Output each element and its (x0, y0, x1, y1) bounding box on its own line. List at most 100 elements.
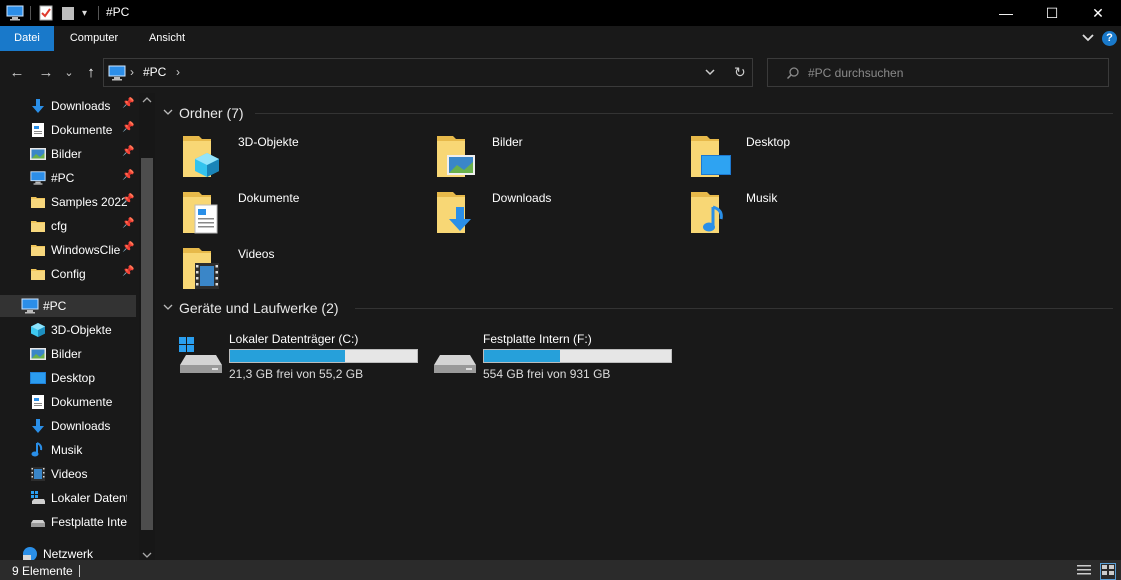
scroll-down-icon[interactable] (142, 548, 152, 560)
folder-tile-desktop[interactable]: Desktop (689, 133, 929, 183)
customize-quick-access-icon[interactable]: ▾ (82, 4, 87, 22)
sidebar-item-videos[interactable]: Videos (0, 463, 138, 485)
sidebar-item-label: Netzwerk (43, 547, 94, 560)
refresh-button[interactable]: ↻ (734, 64, 746, 81)
desktop-icon (30, 370, 46, 386)
sidebar-item-downloads[interactable]: Downloads 📌 (0, 95, 138, 117)
folder-icon (30, 194, 46, 210)
folder-tile-bilder[interactable]: Bilder (435, 133, 675, 183)
sidebar-item-musik[interactable]: Musik (0, 439, 138, 461)
sidebar-item-festplatte-intern[interactable]: Festplatte Intern (0, 511, 138, 533)
drive-tile-c[interactable]: Lokaler Datenträger (C:) 21,3 GB frei vo… (178, 331, 428, 381)
group-title: Geräte und Laufwerke (2) (179, 300, 339, 316)
drive-usage-fill (484, 350, 560, 362)
breadcrumb-pc[interactable]: #PC (143, 65, 166, 79)
tab-datei[interactable]: Datei (0, 26, 54, 51)
minimize-button[interactable]: — (983, 0, 1029, 26)
pin-icon[interactable]: 📌 (122, 170, 134, 181)
pictures-folder-icon (437, 136, 475, 177)
pin-icon[interactable]: 📌 (122, 98, 134, 109)
sidebar-item-cfg[interactable]: cfg 📌 (0, 215, 138, 237)
sidebar-item-pc[interactable]: #PC (0, 295, 136, 317)
group-header-drives[interactable]: Geräte und Laufwerke (2) (163, 298, 339, 318)
separator (30, 6, 31, 20)
address-bar[interactable]: › #PC › ↻ (103, 58, 753, 87)
properties-icon[interactable] (38, 4, 54, 22)
pin-icon[interactable]: 📌 (122, 218, 134, 229)
sidebar-item-dokumente-pc[interactable]: Dokumente (0, 391, 138, 413)
sidebar-item-label: Festplatte Intern (51, 515, 127, 529)
documents-icon (30, 122, 46, 138)
search-box[interactable]: #PC durchsuchen (767, 58, 1109, 87)
help-icon[interactable]: ? (1102, 31, 1117, 46)
sidebar-item-dokumente[interactable]: Dokumente 📌 (0, 119, 138, 141)
sidebar-item-label: WindowsClie (51, 243, 121, 257)
forward-button[interactable]: → (37, 62, 55, 82)
folder-label: Bilder (492, 135, 523, 149)
expand-ribbon-icon[interactable] (1081, 31, 1095, 48)
tab-computer[interactable]: Computer (56, 26, 132, 51)
folder-tile-downloads[interactable]: Downloads (435, 189, 675, 239)
recent-locations-button[interactable]: ⌄ (62, 62, 76, 82)
details-view-icon[interactable] (1077, 564, 1091, 579)
sidebar-item-desktop[interactable]: Desktop (0, 367, 138, 389)
drive-usage-bar (483, 349, 672, 363)
sidebar-item-samples-2022[interactable]: Samples 2022 📌 (0, 191, 138, 213)
folder-icon (30, 266, 46, 282)
pin-icon[interactable]: 📌 (122, 242, 134, 253)
downloads-folder-icon (437, 192, 471, 233)
up-button[interactable]: ↑ (82, 62, 100, 82)
documents-folder-icon (183, 192, 218, 234)
collapse-chevron-icon[interactable] (163, 302, 179, 314)
search-input[interactable]: #PC durchsuchen (808, 66, 903, 80)
tiles-view-icon[interactable] (1100, 563, 1116, 580)
maximize-button[interactable]: ☐ (1029, 0, 1075, 26)
breadcrumb-separator[interactable]: › (130, 65, 134, 79)
drive-icon (30, 514, 46, 530)
downloads-icon (30, 418, 46, 434)
sidebar-item-bilder-pc[interactable]: Bilder (0, 343, 138, 365)
breadcrumb-separator[interactable]: › (176, 65, 180, 79)
sidebar-item-lokaler-datentraeger[interactable]: Lokaler Datenträ (0, 487, 138, 509)
folder-label: 3D-Objekte (238, 135, 299, 149)
folder-tile-dokumente[interactable]: Dokumente (181, 189, 421, 239)
sidebar-item-3d-objekte[interactable]: 3D-Objekte (0, 319, 138, 341)
drive-tile-f[interactable]: Festplatte Intern (F:) 554 GB frei von 9… (432, 331, 682, 381)
folder-label: Dokumente (238, 191, 300, 205)
folder-label: Desktop (746, 135, 791, 149)
scroll-up-icon[interactable] (142, 96, 152, 106)
sidebar-item-netzwerk[interactable]: Netzwerk (0, 543, 138, 560)
pin-icon[interactable]: 📌 (122, 266, 134, 277)
new-folder-icon[interactable] (60, 4, 76, 22)
sidebar-item-label: 3D-Objekte (51, 323, 112, 337)
sidebar-scrollbar-thumb[interactable] (141, 158, 153, 530)
sidebar-item-label: #PC (43, 299, 67, 313)
sidebar-item-pc-pinned[interactable]: #PC 📌 (0, 167, 138, 189)
folder-tile-videos[interactable]: Videos (181, 245, 421, 295)
content-area[interactable]: Ordner (7) 3D-Objekte Bilder Desktop Dok… (155, 93, 1121, 560)
sidebar-item-windowsclie[interactable]: WindowsClie 📌 (0, 239, 138, 261)
navigation-pane[interactable]: Downloads 📌 Dokumente 📌 Bilder 📌 #PC 📌 S… (0, 93, 155, 560)
folder-tile-3d-objekte[interactable]: 3D-Objekte (181, 133, 421, 183)
pin-icon[interactable]: 📌 (122, 194, 134, 205)
tab-ansicht[interactable]: Ansicht (136, 26, 198, 51)
sidebar-item-config[interactable]: Config 📌 (0, 263, 138, 285)
folder-label: Musik (746, 191, 778, 205)
status-separator (79, 565, 80, 577)
sidebar-item-downloads-pc[interactable]: Downloads (0, 415, 138, 437)
sidebar-item-bilder[interactable]: Bilder 📌 (0, 143, 138, 165)
close-button[interactable]: ✕ (1075, 0, 1121, 26)
sidebar-item-label: #PC (51, 171, 75, 185)
sidebar-item-label: Videos (51, 467, 88, 481)
collapse-chevron-icon[interactable] (163, 107, 179, 119)
group-header-folders[interactable]: Ordner (7) (163, 103, 244, 123)
title-bar: ▾ #PC — ☐ ✕ (0, 0, 1121, 26)
pin-icon[interactable]: 📌 (122, 146, 134, 157)
folder-tile-musik[interactable]: Musik (689, 189, 929, 239)
address-dropdown-icon[interactable] (704, 66, 716, 81)
back-button[interactable]: ← (8, 62, 26, 82)
sidebar-item-label: cfg (51, 219, 68, 233)
pin-icon[interactable]: 📌 (122, 122, 134, 133)
drive-name: Festplatte Intern (F:) (483, 332, 592, 346)
3d-objects-folder-icon (183, 136, 219, 177)
